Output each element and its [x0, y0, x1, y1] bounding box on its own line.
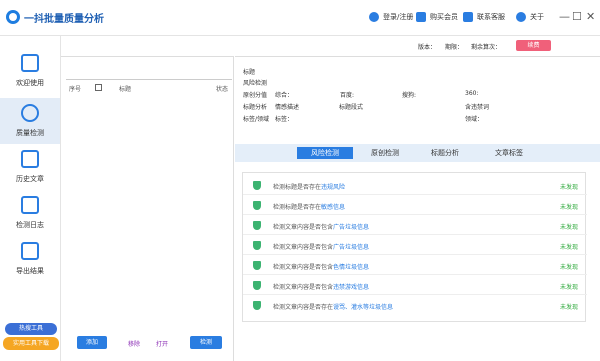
status-badge: 未发现	[559, 184, 578, 191]
expiry-label: 期限：	[445, 44, 464, 51]
select-all-checkbox[interactable]	[95, 84, 102, 91]
list-item: 检测文章内容是否包含违禁游戏信息 未发现	[243, 277, 587, 295]
status-badge: 未发现	[559, 204, 578, 211]
about-label: 关于	[530, 13, 544, 21]
s360-label: 360:	[465, 90, 479, 97]
title-label: 标题	[243, 69, 256, 76]
sidebar-item-export[interactable]: 导出结果	[0, 236, 60, 282]
list-item: 检测文章内容是否包含广告垃圾信息 未发现	[243, 217, 587, 235]
baidu-label: 百度:	[340, 92, 355, 99]
check-button[interactable]: 检测	[190, 336, 222, 349]
info-icon	[516, 12, 526, 22]
upgrade-button[interactable]: 续费	[516, 40, 551, 51]
sidebar-item-welcome[interactable]: 欢迎使用	[0, 48, 60, 94]
sidebar-item-history[interactable]: 历史文章	[0, 144, 60, 190]
risk-results-list: 检测标题是否存在违规风险 未发现 检测标题是否存在敏感信息 未发现 检测文章内容…	[242, 172, 587, 322]
document-clock-icon	[21, 150, 39, 168]
list-header: 序号 标题 状态	[66, 79, 232, 93]
article-list-panel	[61, 56, 234, 361]
tags-label: 标签：	[275, 116, 294, 123]
col-status: 状态	[216, 86, 229, 93]
sidebar-item-label: 检测日志	[16, 221, 44, 229]
status-badge: 未发现	[559, 304, 578, 311]
tool-download-button[interactable]: 实用工具下载	[3, 337, 59, 350]
tab-title-analysis[interactable]: 标题分析	[421, 147, 469, 159]
chart-export-icon	[21, 242, 39, 260]
sidebar-item-label: 质量检测	[16, 129, 44, 137]
login-label: 登录/注册	[383, 13, 414, 21]
result-text: 检测文章内容是否包含广告垃圾信息	[273, 244, 370, 251]
tab-original-check[interactable]: 原创检测	[361, 147, 409, 159]
title-bar: 一抖批量质量分析 登录/注册 购买会员 联系客服 关于 — ☐ ✕	[0, 0, 600, 36]
emotion-desc-label: 情感描述	[275, 104, 300, 111]
add-button[interactable]: 添加	[77, 336, 107, 349]
tab-article-tags[interactable]: 文章标签	[483, 147, 535, 159]
hot-search-tool-button[interactable]: 热搜工具	[5, 323, 57, 335]
tab-risk-check[interactable]: 风险检测	[297, 147, 353, 159]
shield-check-icon	[253, 241, 261, 250]
status-badge: 未发现	[559, 224, 578, 231]
overall-label: 综合：	[275, 92, 294, 99]
details-panel: 标题 风险检测 原创分值 综合： 百度: 搜狗: 360: 标题分析 情感描述 …	[235, 56, 600, 142]
contact-button[interactable]: 联系客服	[463, 12, 505, 22]
result-text: 检测文章内容是否包含色情垃圾信息	[273, 264, 370, 271]
maximize-button[interactable]: ☐	[572, 10, 582, 23]
field-label: 领域：	[465, 116, 484, 123]
close-button[interactable]: ✕	[586, 10, 595, 23]
user-icon	[369, 12, 379, 22]
list-item: 检测标题是否存在敏感信息 未发现	[243, 197, 587, 215]
shield-check-icon	[253, 201, 261, 210]
buy-vip-button[interactable]: 购买会员	[416, 12, 458, 22]
lightning-icon	[21, 104, 39, 122]
tag-field-label: 标签/领域	[243, 116, 270, 123]
version-label: 版本：	[418, 44, 437, 51]
shield-check-icon	[253, 181, 261, 190]
headset-icon	[463, 12, 473, 22]
shield-check-icon	[253, 281, 261, 290]
list-item: 检测文章内容是否包含色情垃圾信息 未发现	[243, 257, 587, 275]
col-title: 标题	[119, 86, 132, 93]
remaining-label: 剩余算次：	[471, 44, 502, 51]
tab-bar: 风险检测 原创检测 标题分析 文章标签	[235, 144, 600, 162]
app-logo-icon	[6, 10, 20, 24]
status-badge: 未发现	[559, 264, 578, 271]
open-link[interactable]: 打开	[156, 339, 168, 348]
title-style-label: 标题段式	[339, 104, 364, 111]
app-title: 一抖批量质量分析	[24, 14, 104, 25]
contact-label: 联系客服	[477, 13, 505, 21]
list-item: 检测文章内容是否存在谩骂、灌水等垃圾信息 未发现	[243, 297, 587, 315]
shield-check-icon	[253, 261, 261, 270]
sidebar-item-quality-check[interactable]: 质量检测	[0, 98, 60, 144]
sidebar: 欢迎使用 质量检测 历史文章 检测日志 导出结果	[0, 36, 61, 361]
sidebar-item-log[interactable]: 检测日志	[0, 190, 60, 236]
banned-words-label: 含违禁词	[465, 104, 490, 111]
status-badge: 未发现	[559, 284, 578, 291]
sidebar-item-label: 导出结果	[16, 267, 44, 275]
sogou-label: 搜狗:	[402, 92, 417, 99]
about-button[interactable]: 关于	[516, 12, 544, 22]
shield-check-icon	[253, 221, 261, 230]
sidebar-item-label: 欢迎使用	[16, 79, 44, 87]
shield-check-icon	[253, 301, 261, 310]
list-item: 检测标题是否存在违规风险 未发现	[243, 177, 587, 195]
result-text: 检测标题是否存在敏感信息	[273, 204, 346, 211]
status-badge: 未发现	[559, 244, 578, 251]
risk-label: 风险检测	[243, 80, 268, 87]
calendar-icon	[21, 196, 39, 214]
title-analysis-label: 标题分析	[243, 104, 268, 111]
col-index: 序号	[69, 86, 82, 93]
buy-vip-label: 购买会员	[430, 13, 458, 21]
result-text: 检测文章内容是否包含广告垃圾信息	[273, 224, 370, 231]
result-text: 检测标题是否存在违规风险	[273, 184, 346, 191]
original-score-label: 原创分值	[243, 92, 268, 99]
remove-link[interactable]: 移除	[128, 339, 140, 348]
vip-icon	[416, 12, 426, 22]
sidebar-item-label: 历史文章	[16, 175, 44, 183]
result-text: 检测文章内容是否包含违禁游戏信息	[273, 284, 370, 291]
book-icon	[21, 54, 39, 72]
minimize-button[interactable]: —	[559, 10, 570, 23]
list-item: 检测文章内容是否包含广告垃圾信息 未发现	[243, 237, 587, 255]
result-text: 检测文章内容是否存在谩骂、灌水等垃圾信息	[273, 304, 394, 311]
login-button[interactable]: 登录/注册	[369, 12, 413, 22]
